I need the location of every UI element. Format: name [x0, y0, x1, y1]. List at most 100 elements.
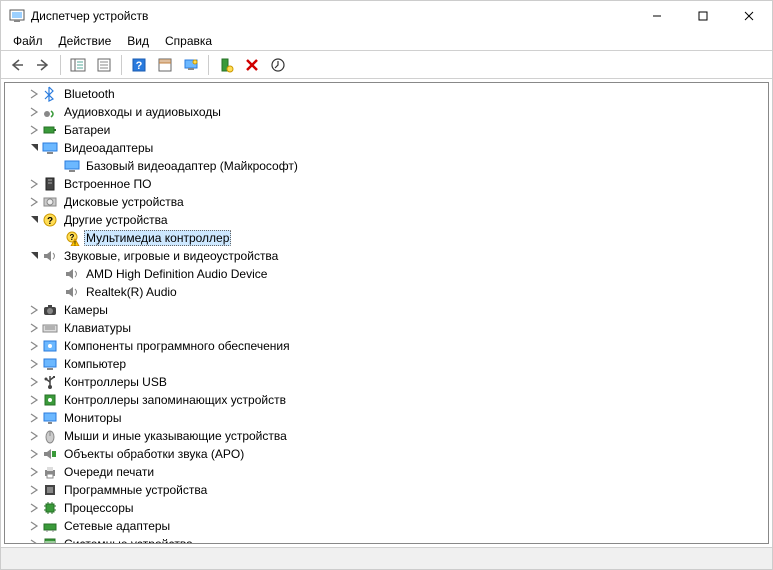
tree-item-label[interactable]: Звуковые, игровые и видеоустройства	[62, 249, 280, 263]
properties-button[interactable]	[92, 53, 116, 77]
tree-row[interactable]: ▶?!Мультимедиа контроллер	[9, 229, 768, 247]
expand-arrow-icon[interactable]	[27, 177, 41, 191]
tree-row[interactable]: Мыши и иные указывающие устройства	[9, 427, 768, 445]
expand-arrow-icon[interactable]	[27, 375, 41, 389]
expand-arrow-icon[interactable]	[27, 87, 41, 101]
tree-row[interactable]: Компоненты программного обеспечения	[9, 337, 768, 355]
tree-item-label[interactable]: Системные устройства	[62, 537, 195, 543]
collapse-arrow-icon[interactable]	[27, 141, 41, 155]
tree-item-label[interactable]: Мониторы	[62, 411, 123, 425]
tree-item-label[interactable]: Bluetooth	[62, 87, 117, 101]
menu-view[interactable]: Вид	[119, 32, 157, 50]
expand-arrow-icon[interactable]	[27, 357, 41, 371]
tree-item-label[interactable]: Процессоры	[62, 501, 136, 515]
menu-file[interactable]: Файл	[5, 32, 51, 50]
device-tree[interactable]: Bluetooth Аудиовходы и аудиовыходы Батареи…	[5, 83, 768, 543]
tree-row[interactable]: Объекты обработки звука (APO)	[9, 445, 768, 463]
tree-row[interactable]: Программные устройства	[9, 481, 768, 499]
enable-device-button[interactable]	[214, 53, 238, 77]
expand-arrow-icon[interactable]	[27, 411, 41, 425]
tree-item-label[interactable]: Встроенное ПО	[62, 177, 153, 191]
help-button[interactable]: ?	[127, 53, 151, 77]
tree-row[interactable]: Процессоры	[9, 499, 768, 517]
expand-arrow-icon[interactable]	[27, 321, 41, 335]
show-hide-tree-button[interactable]	[66, 53, 90, 77]
tree-row[interactable]: ▶Базовый видеоадаптер (Майкрософт)	[9, 157, 768, 175]
maximize-button[interactable]	[680, 1, 726, 31]
expand-arrow-icon[interactable]	[27, 429, 41, 443]
tree-row[interactable]: Системные устройства	[9, 535, 768, 543]
tree-row[interactable]: Клавиатуры	[9, 319, 768, 337]
minimize-button[interactable]	[634, 1, 680, 31]
tree-row[interactable]: Батареи	[9, 121, 768, 139]
statusbar	[1, 547, 772, 569]
tree-row[interactable]: Сетевые адаптеры	[9, 517, 768, 535]
menu-action[interactable]: Действие	[51, 32, 120, 50]
expand-arrow-icon[interactable]	[27, 447, 41, 461]
tree-row[interactable]: Аудиовходы и аудиовыходы	[9, 103, 768, 121]
tree-row[interactable]: ▶Realtek(R) Audio	[9, 283, 768, 301]
system-icon	[42, 536, 58, 543]
toolbar: ?	[1, 51, 772, 79]
tree-item-label[interactable]: Другие устройства	[62, 213, 170, 227]
close-button[interactable]	[726, 1, 772, 31]
collapse-arrow-icon[interactable]	[27, 249, 41, 263]
printer-icon	[42, 464, 58, 480]
sound-icon	[64, 266, 80, 282]
tree-item-label[interactable]: AMD High Definition Audio Device	[84, 267, 269, 281]
forward-button[interactable]	[31, 53, 55, 77]
properties-icon-button[interactable]	[153, 53, 177, 77]
tree-item-label[interactable]: Видеоадаптеры	[62, 141, 155, 155]
back-button[interactable]	[5, 53, 29, 77]
expand-arrow-icon[interactable]	[27, 393, 41, 407]
tree-item-label[interactable]: Сетевые адаптеры	[62, 519, 172, 533]
tree-item-label[interactable]: Программные устройства	[62, 483, 209, 497]
tree-row[interactable]: Звуковые, игровые и видеоустройства	[9, 247, 768, 265]
tree-row[interactable]: Мониторы	[9, 409, 768, 427]
tree-item-label[interactable]: Объекты обработки звука (APO)	[62, 447, 246, 461]
tree-item-label[interactable]: Базовый видеоадаптер (Майкрософт)	[84, 159, 300, 173]
tree-item-label[interactable]: Дисковые устройства	[62, 195, 186, 209]
expand-arrow-icon[interactable]	[27, 501, 41, 515]
tree-item-label[interactable]: Контроллеры запоминающих устройств	[62, 393, 288, 407]
tree-item-label[interactable]: Мыши и иные указывающие устройства	[62, 429, 289, 443]
expand-arrow-icon[interactable]	[27, 537, 41, 543]
tree-item-label[interactable]: Батареи	[62, 123, 112, 137]
uninstall-device-button[interactable]	[240, 53, 264, 77]
tree-row[interactable]: Контроллеры USB	[9, 373, 768, 391]
tree-row[interactable]: Видеоадаптеры	[9, 139, 768, 157]
expand-arrow-icon[interactable]	[27, 105, 41, 119]
tree-row[interactable]: Компьютер	[9, 355, 768, 373]
tree-row[interactable]: Очереди печати	[9, 463, 768, 481]
tree-item-label[interactable]: Контроллеры USB	[62, 375, 169, 389]
tree-row[interactable]: Bluetooth	[9, 85, 768, 103]
tree-row[interactable]: Встроенное ПО	[9, 175, 768, 193]
tree-row[interactable]: Контроллеры запоминающих устройств	[9, 391, 768, 409]
tree-item-label[interactable]: Очереди печати	[62, 465, 156, 479]
audio-io-icon	[42, 104, 58, 120]
tree-row[interactable]: ?Другие устройства	[9, 211, 768, 229]
tree-item-label[interactable]: Мультимедиа контроллер	[84, 230, 231, 246]
tree-item-label[interactable]: Клавиатуры	[62, 321, 133, 335]
tree-item-label[interactable]: Realtek(R) Audio	[84, 285, 179, 299]
expand-arrow-icon[interactable]	[27, 465, 41, 479]
tree-row[interactable]: Камеры	[9, 301, 768, 319]
menu-help[interactable]: Справка	[157, 32, 220, 50]
expand-arrow-icon[interactable]	[27, 519, 41, 533]
expand-arrow-icon[interactable]	[27, 303, 41, 317]
expand-arrow-icon[interactable]	[27, 339, 41, 353]
tree-row[interactable]: Дисковые устройства	[9, 193, 768, 211]
sound-icon	[64, 284, 80, 300]
tree-item-label[interactable]: Компьютер	[62, 357, 128, 371]
tree-row[interactable]: ▶AMD High Definition Audio Device	[9, 265, 768, 283]
expand-arrow-icon[interactable]	[27, 483, 41, 497]
cpu-icon	[42, 500, 58, 516]
scan-hw-button[interactable]	[179, 53, 203, 77]
collapse-arrow-icon[interactable]	[27, 213, 41, 227]
tree-item-label[interactable]: Камеры	[62, 303, 110, 317]
expand-arrow-icon[interactable]	[27, 123, 41, 137]
update-driver-button[interactable]	[266, 53, 290, 77]
tree-item-label[interactable]: Компоненты программного обеспечения	[62, 339, 292, 353]
expand-arrow-icon[interactable]	[27, 195, 41, 209]
tree-item-label[interactable]: Аудиовходы и аудиовыходы	[62, 105, 223, 119]
